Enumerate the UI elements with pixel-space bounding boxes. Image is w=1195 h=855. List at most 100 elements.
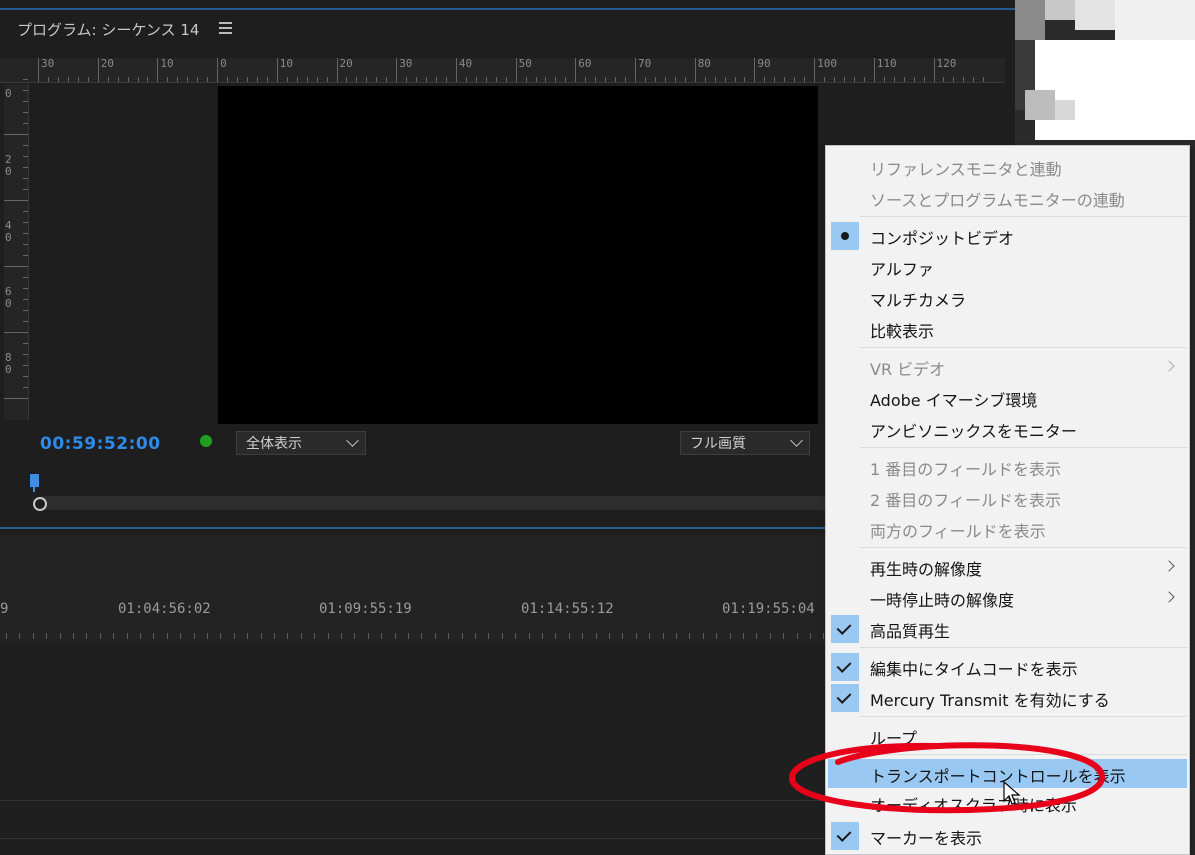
menu-item-label: コンポジットビデオ — [870, 229, 1015, 248]
menu-item[interactable]: アンビソニックスをモニター — [828, 414, 1187, 443]
timeline-tick — [448, 633, 450, 639]
timeline-tick — [769, 633, 771, 639]
red-circle-annotation — [788, 742, 1105, 814]
checkmark-box — [831, 653, 859, 681]
menu-item[interactable]: 比較表示 — [828, 314, 1187, 343]
video-frame[interactable] — [218, 86, 818, 424]
ruler-label: 10 — [160, 57, 174, 70]
menu-item-label: 2 番目のフィールドを表示 — [870, 491, 1061, 510]
playback-quality-select[interactable]: フル画質 — [680, 431, 810, 455]
track-divider — [0, 800, 830, 801]
chevron-right-icon — [1163, 360, 1175, 372]
timeline-tick — [99, 633, 101, 639]
timeline-tick — [689, 633, 691, 639]
timeline-tick — [220, 633, 222, 639]
ruler-minor-tick — [555, 77, 557, 82]
ruler-minor-tick — [23, 299, 28, 300]
ruler-minor-tick — [834, 77, 835, 82]
ruler-minor-tick — [127, 77, 129, 82]
ruler-label: 20 — [5, 154, 15, 178]
ruler-minor-tick — [23, 288, 28, 289]
ruler-minor-tick — [137, 77, 139, 82]
ruler-minor-tick — [386, 77, 388, 82]
ruler-major-tick — [217, 58, 219, 82]
panel-title[interactable]: プログラム: シーケンス 14 — [17, 19, 199, 40]
menu-item-label: ソースとプログラムモニターの連動 — [870, 191, 1125, 210]
ruler-minor-tick — [47, 77, 49, 82]
timeline-tick — [515, 633, 517, 639]
ruler-label: 40 — [458, 57, 473, 70]
ruler-minor-tick — [376, 77, 378, 82]
ruler-minor-tick — [266, 77, 268, 82]
menu-item-label: 比較表示 — [870, 322, 935, 341]
timeline-tick — [19, 633, 21, 639]
checkmark-box — [831, 684, 859, 712]
ruler-major-tick — [4, 134, 28, 135]
ruler-minor-tick — [296, 77, 298, 82]
bullet-icon — [841, 232, 849, 240]
menu-item[interactable]: 高品質再生 — [828, 614, 1187, 643]
menu-separator — [860, 447, 1187, 448]
zoom-scroll-handle[interactable] — [33, 497, 47, 511]
menu-item-label: マルチカメラ — [870, 291, 967, 310]
track-divider — [0, 838, 830, 839]
ruler-minor-tick — [585, 77, 587, 82]
menu-item-label: アルファ — [870, 260, 934, 279]
ruler-minor-tick — [107, 77, 109, 82]
menu-item[interactable]: 一時停止時の解像度 — [828, 583, 1187, 612]
timeline-track-area[interactable] — [0, 643, 830, 855]
menu-item: ソースとプログラムモニターの連動 — [828, 183, 1187, 212]
menu-item: リファレンスモニタと連動 — [828, 152, 1187, 181]
menu-item[interactable]: マルチカメラ — [828, 283, 1187, 312]
ruler-minor-tick — [465, 77, 467, 82]
ruler-minor-tick — [246, 77, 248, 82]
ruler-minor-tick — [883, 77, 885, 82]
ruler-minor-tick — [764, 77, 766, 82]
menu-item-label: VR ビデオ — [870, 360, 946, 379]
ruler-minor-tick — [505, 77, 507, 82]
vertical-ruler: 020406080 — [4, 79, 29, 420]
ruler-minor-tick — [346, 77, 348, 82]
ruler-minor-tick — [734, 77, 736, 82]
ruler-minor-tick — [207, 77, 209, 82]
timeline-tick — [743, 633, 744, 639]
menu-item: VR ビデオ — [828, 352, 1187, 381]
timeline-tick — [796, 633, 798, 639]
timeline-tick — [729, 633, 731, 639]
playhead-timecode[interactable]: 00:59:52:00 — [40, 434, 161, 454]
zoom-level-select[interactable]: 全体表示 — [236, 431, 366, 455]
ruler-minor-tick — [654, 77, 656, 82]
ruler-minor-tick — [615, 77, 617, 82]
ruler-label: 0 — [220, 57, 227, 70]
menu-item[interactable]: マーカーを表示 — [828, 821, 1187, 850]
ruler-minor-tick — [913, 77, 915, 82]
timeline-tick — [609, 633, 610, 639]
menu-item[interactable]: Adobe イマーシブ環境 — [828, 383, 1187, 412]
timeline-tick — [6, 633, 7, 639]
panel-menu-icon[interactable] — [219, 22, 232, 34]
ruler-label-char: 0 — [5, 87, 12, 100]
menu-item[interactable]: Mercury Transmit を有効にする — [828, 683, 1187, 712]
menu-item[interactable]: 編集中にタイムコードを表示 — [828, 652, 1187, 681]
timeline-tick — [300, 633, 302, 639]
menu-item[interactable]: コンポジットビデオ — [828, 221, 1187, 250]
timeline-tick — [381, 633, 383, 639]
ruler-minor-tick — [625, 77, 627, 82]
scrub-bar[interactable] — [42, 496, 827, 510]
ruler-minor-tick — [57, 77, 59, 82]
ruler-label: 50 — [518, 57, 532, 70]
timeline-tick — [568, 633, 570, 639]
menu-item[interactable]: 再生時の解像度 — [828, 552, 1187, 581]
ruler-minor-tick — [983, 77, 985, 82]
timeline-tick — [582, 633, 584, 639]
menu-item[interactable]: アルファ — [828, 252, 1187, 281]
ruler-major-tick — [4, 266, 28, 267]
ruler-minor-tick — [67, 77, 69, 82]
ruler-major-tick — [694, 58, 696, 82]
checkmark-icon — [836, 658, 852, 673]
ruler-minor-tick — [565, 77, 567, 82]
blurred-pixel-block — [1035, 40, 1195, 140]
menu-item-label: リファレンスモニタと連動 — [870, 160, 1062, 179]
blurred-pixel-block — [1025, 90, 1055, 120]
ruler-minor-tick — [23, 112, 28, 113]
